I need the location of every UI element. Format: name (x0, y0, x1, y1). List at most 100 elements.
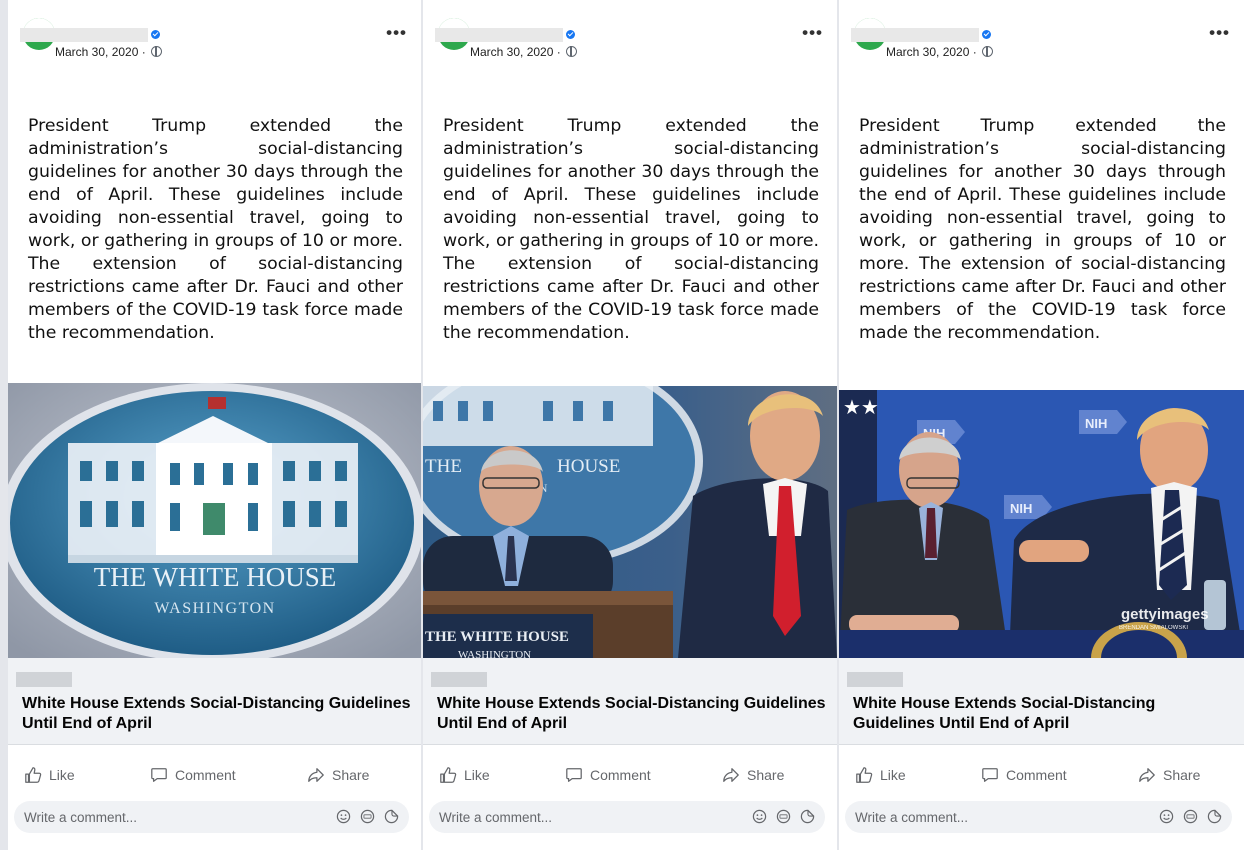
watermark-photographer: BRENDAN SMIALOWSKI (1119, 625, 1188, 631)
comment-input[interactable] (855, 801, 1105, 833)
share-arrow-icon (723, 768, 739, 782)
image-caption-line-1: THE (425, 456, 462, 477)
globe-icon (982, 46, 994, 57)
post-image-white-house-seal[interactable]: THE WHITE HOUSE WASHINGTON (8, 383, 421, 658)
verified-badge-icon (151, 30, 160, 39)
nih-logo-3: NIH (1010, 501, 1032, 516)
more-options-button[interactable]: ••• (802, 24, 823, 41)
link-domain-redacted (16, 672, 72, 687)
speech-bubble-icon (982, 768, 998, 782)
like-label: Like (464, 767, 490, 783)
page-name-redacted[interactable] (435, 28, 563, 42)
image-caption-line-5: WASHINGTON (458, 649, 531, 658)
comment-button[interactable]: Comment (981, 760, 1067, 790)
press-briefing-image: THE HOUSE TON THE WHITE HOUSE WASHINGTON (423, 386, 837, 658)
smiley-icon[interactable] (752, 809, 767, 824)
watermark-getty: gettyimages (1121, 606, 1209, 623)
post-3: March 30, 2020 · ••• President Trump ext… (839, 0, 1244, 850)
post-header: March 30, 2020 · ••• (839, 0, 1244, 80)
svg-text:★★: ★★ (843, 395, 879, 419)
speech-bubble-icon (151, 768, 167, 782)
comment-label: Comment (175, 767, 236, 783)
link-headline: White House Extends Social-Distancing Gu… (853, 695, 1156, 732)
share-label: Share (747, 767, 785, 783)
link-preview-card[interactable]: White House Extends Social-Distancing Gu… (423, 658, 837, 745)
post-actions: Like Comment Share (423, 760, 837, 790)
gif-icon[interactable] (1183, 809, 1198, 824)
post-image-press-briefing[interactable]: THE HOUSE TON THE WHITE HOUSE WASHINGTON (423, 386, 837, 658)
sticker-icon[interactable] (1207, 809, 1222, 824)
link-preview-card[interactable]: White House Extends Social-Distancing Gu… (8, 658, 421, 745)
post-text: President Trump extended the administrat… (443, 116, 819, 343)
smiley-icon[interactable] (336, 809, 351, 824)
link-domain-redacted (431, 672, 487, 687)
like-button[interactable]: Like (855, 760, 906, 790)
comment-button[interactable]: Comment (565, 760, 651, 790)
post-date[interactable]: March 30, 2020 · (470, 45, 578, 59)
post-date-text: March 30, 2020 · (886, 45, 977, 59)
verified-badge-icon (982, 30, 991, 39)
link-headline: White House Extends Social-Distancing Gu… (437, 695, 826, 732)
gif-icon[interactable] (360, 809, 375, 824)
post-header: March 30, 2020 · ••• (8, 0, 421, 80)
like-label: Like (49, 767, 75, 783)
comment-button[interactable]: Comment (150, 760, 236, 790)
white-house-seal-image: THE WHITE HOUSE WASHINGTON (8, 383, 421, 658)
comment-label: Comment (590, 767, 651, 783)
share-arrow-icon (1139, 768, 1155, 782)
image-caption-line-4: THE WHITE HOUSE (425, 629, 569, 645)
sticker-icon[interactable] (800, 809, 815, 824)
share-arrow-icon (308, 768, 324, 782)
comment-composer (429, 801, 825, 833)
globe-icon (566, 46, 578, 57)
image-caption-line-2: HOUSE (557, 456, 620, 477)
link-headline: White House Extends Social-Distancing Gu… (22, 695, 411, 732)
post-text: President Trump extended the administrat… (28, 116, 403, 343)
post-actions: Like Comment Share (8, 760, 421, 790)
post-2: March 30, 2020 · ••• President Trump ext… (423, 0, 837, 850)
share-button[interactable]: Share (1138, 760, 1200, 790)
nih-logo-2: NIH (1085, 416, 1107, 431)
share-label: Share (1163, 767, 1201, 783)
share-button[interactable]: Share (722, 760, 784, 790)
post-actions: Like Comment Share (839, 760, 1244, 790)
thumbs-up-icon (25, 767, 42, 783)
comment-input[interactable] (439, 801, 689, 833)
comment-input[interactable] (24, 801, 274, 833)
image-caption-line-1: THE WHITE HOUSE (94, 562, 336, 592)
more-options-button[interactable]: ••• (1209, 24, 1230, 41)
nih-meeting-image: ★★ NIH NIH NIH (839, 390, 1244, 658)
link-preview-card[interactable]: White House Extends Social-Distancing Gu… (839, 658, 1244, 745)
smiley-icon[interactable] (1159, 809, 1174, 824)
speech-bubble-icon (566, 768, 582, 782)
link-domain-redacted (847, 672, 903, 687)
more-options-button[interactable]: ••• (386, 24, 407, 41)
share-label: Share (332, 767, 370, 783)
like-button[interactable]: Like (24, 760, 75, 790)
comment-composer (845, 801, 1232, 833)
globe-icon (151, 46, 163, 57)
sticker-icon[interactable] (384, 809, 399, 824)
comment-tools (336, 809, 399, 824)
post-date[interactable]: March 30, 2020 · (886, 45, 994, 59)
gif-icon[interactable] (776, 809, 791, 824)
like-label: Like (880, 767, 906, 783)
thumbs-up-icon (440, 767, 457, 783)
post-date-text: March 30, 2020 · (470, 45, 561, 59)
comment-composer (14, 801, 409, 833)
post-header: March 30, 2020 · ••• (423, 0, 837, 80)
share-button[interactable]: Share (307, 760, 369, 790)
post-text: President Trump extended the administrat… (859, 116, 1226, 343)
like-button[interactable]: Like (439, 760, 490, 790)
post-image-nih-meeting[interactable]: ★★ NIH NIH NIH (839, 390, 1244, 658)
image-caption-line-2: WASHINGTON (154, 600, 275, 617)
post-1: March 30, 2020 · ••• President Trump ext… (8, 0, 421, 850)
comment-label: Comment (1006, 767, 1067, 783)
page-name-redacted[interactable] (20, 28, 148, 42)
comment-tools (752, 809, 815, 824)
comment-tools (1159, 809, 1222, 824)
thumbs-up-icon (856, 767, 873, 783)
post-date[interactable]: March 30, 2020 · (55, 45, 163, 59)
page-name-redacted[interactable] (851, 28, 979, 42)
verified-badge-icon (566, 30, 575, 39)
